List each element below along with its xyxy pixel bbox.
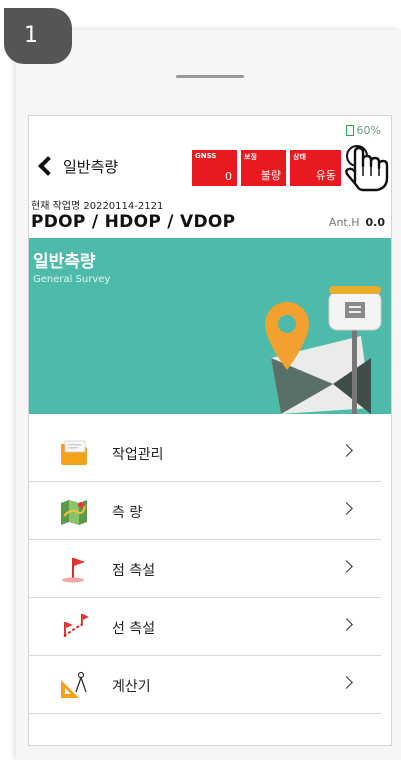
page-title: 일반측량 — [63, 157, 119, 176]
app-screen: 60% 일반측량 GNSS 0 보정 불량 상태 유동 현재 작업명 20220… — [28, 115, 392, 746]
battery-level: 60% — [356, 124, 381, 137]
banner-subtitle: General Survey — [33, 274, 111, 285]
menu-item-label: 작업관리 — [112, 447, 164, 463]
menu-item-calculator[interactable]: 계산기 — [29, 656, 381, 714]
antenna-height-value: 0.0 — [365, 216, 386, 229]
line-flags-icon — [63, 614, 89, 637]
correction-status-badge[interactable]: 보정 불량 — [241, 150, 286, 186]
back-button[interactable]: 일반측량 — [35, 154, 118, 178]
chevron-left-icon — [38, 156, 58, 176]
chevron-right-icon — [340, 676, 353, 689]
folder-icon — [61, 440, 87, 465]
state-label: 상태 — [293, 153, 306, 161]
menu-item-job-management[interactable]: 작업관리 — [29, 424, 381, 482]
menu-item-label: 측 량 — [112, 505, 143, 521]
battery-indicator: 60% — [345, 124, 381, 137]
chevron-right-icon — [340, 444, 353, 457]
gnss-label: GNSS — [195, 152, 217, 160]
state-value: 유동 — [315, 169, 336, 182]
step-badge: 1 — [4, 8, 72, 64]
menu-item-point-stakeout[interactable]: 점 측설 — [29, 540, 381, 598]
menu-item-label: 계산기 — [112, 679, 151, 695]
state-status-badge[interactable]: 상태 유동 — [290, 150, 341, 186]
gnss-value: 0 — [225, 170, 232, 183]
flag-icon — [62, 558, 85, 583]
menu-item-label: 선 측설 — [112, 621, 156, 637]
menu-item-survey[interactable]: 측 량 — [29, 482, 381, 540]
calculator-icon — [61, 671, 87, 698]
correction-label: 보정 — [244, 153, 257, 161]
dop-readout: PDOP / HDOP / VDOP — [31, 212, 236, 232]
current-job-name: 현재 작업명 20220114-2121 — [31, 201, 164, 212]
antenna-height-label: Ant.H — [328, 216, 360, 229]
menu-list: 작업관리 측 량 점 측설 선 측설 계산기 — [29, 424, 391, 714]
tap-hand-icon — [345, 145, 389, 192]
banner-title: 일반측량 — [33, 252, 96, 272]
chevron-right-icon — [340, 560, 353, 573]
step-number: 1 — [24, 22, 38, 48]
gnss-status-badge[interactable]: GNSS 0 — [192, 150, 237, 186]
drag-handle[interactable] — [176, 75, 244, 78]
battery-icon — [345, 125, 354, 136]
chevron-right-icon — [340, 502, 353, 515]
survey-illustration-icon — [265, 286, 382, 414]
antenna-height: Ant.H 0.0 — [329, 216, 385, 229]
correction-value: 불량 — [260, 169, 281, 182]
chevron-right-icon — [340, 618, 353, 631]
menu-item-line-stakeout[interactable]: 선 측설 — [29, 598, 381, 656]
menu-item-label: 점 측설 — [112, 563, 156, 579]
map-icon — [61, 500, 87, 525]
survey-banner: 일반측량 General Survey — [29, 238, 391, 414]
